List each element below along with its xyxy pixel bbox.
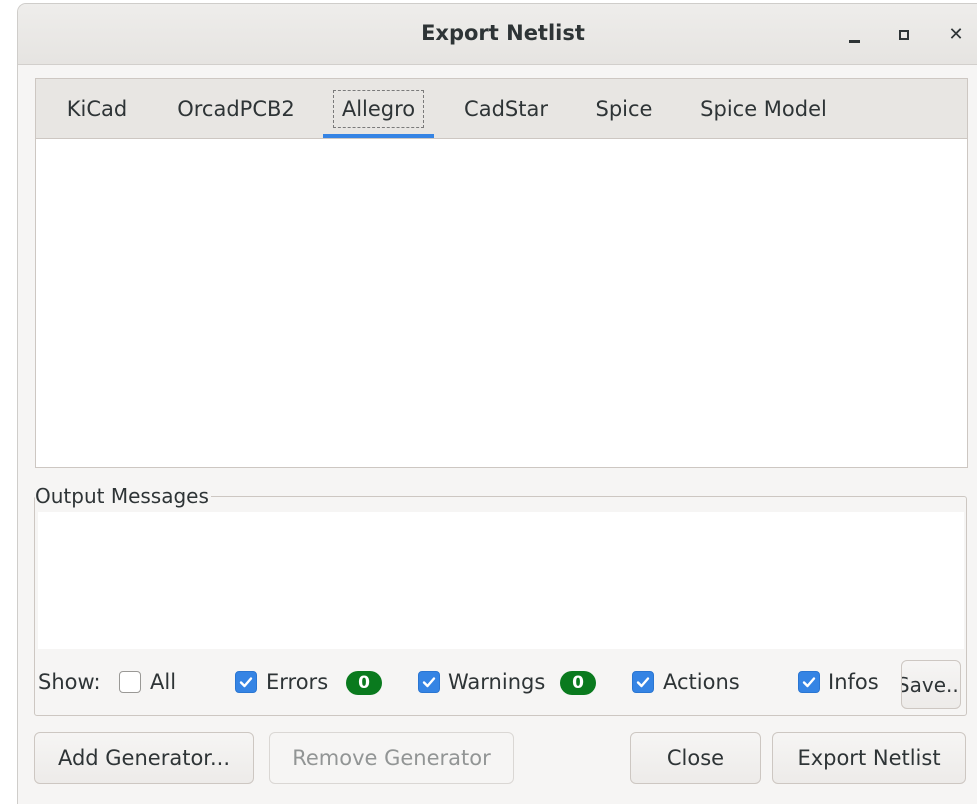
tab-kicad[interactable]: KiCad [56,79,138,138]
tab-allegro[interactable]: Allegro [326,79,431,138]
minimize-button[interactable] [840,21,868,49]
tab-label: Allegro [332,89,425,128]
active-tab-indicator [323,134,434,138]
maximize-icon [899,30,909,40]
output-messages-text-area[interactable] [38,512,964,649]
warnings-count-badge: 0 [560,671,596,695]
checkmark-icon [636,677,650,688]
message-filter-row: Show: All Errors 0 Warnings 0 Actions In… [38,656,966,710]
export-netlist-dialog: Export Netlist ✕ KiCad OrcadPCB2 Allegro… [17,3,977,804]
add-generator-button[interactable]: Add Generator... [34,732,254,784]
actions-label[interactable]: Actions [663,670,740,694]
show-label: Show: [38,670,101,694]
all-label[interactable]: All [150,670,176,694]
all-checkbox[interactable] [119,671,141,693]
remove-generator-button[interactable]: Remove Generator [269,732,514,784]
tab-label: Spice Model [700,96,827,121]
export-netlist-button[interactable]: Export Netlist [772,732,966,784]
checkmark-icon [802,677,816,688]
warnings-checkbox[interactable] [418,671,440,693]
close-icon: ✕ [948,24,964,45]
tab-label: CadStar [464,96,548,121]
save-messages-button[interactable]: Save... [901,660,961,709]
infos-checkbox[interactable] [798,671,820,693]
tab-label: OrcadPCB2 [177,96,295,121]
checkmark-icon [239,677,253,688]
maximize-button[interactable] [890,21,918,49]
output-messages-label: Output Messages [35,484,211,508]
minimize-icon [848,39,860,43]
close-window-button[interactable]: ✕ [942,21,970,49]
tab-orcadpcb2[interactable]: OrcadPCB2 [166,79,306,138]
tab-cadstar[interactable]: CadStar [456,79,556,138]
tab-label: KiCad [66,96,128,121]
close-button[interactable]: Close [630,732,761,784]
tab-spice[interactable]: Spice [584,79,664,138]
tab-label: Spice [595,96,653,121]
actions-checkbox[interactable] [632,671,654,693]
infos-label[interactable]: Infos [828,670,879,694]
checkmark-icon [422,677,436,688]
tab-bar: KiCad OrcadPCB2 Allegro CadStar Spice Sp… [36,79,967,139]
tab-page-allegro [36,139,967,467]
generator-notebook: KiCad OrcadPCB2 Allegro CadStar Spice Sp… [35,78,968,468]
tab-spice-model[interactable]: Spice Model [691,79,836,138]
title-bar[interactable]: Export Netlist ✕ [18,4,977,65]
window-title: Export Netlist [421,21,585,45]
errors-label[interactable]: Errors [266,670,328,694]
warnings-label[interactable]: Warnings [448,670,545,694]
errors-checkbox[interactable] [235,671,257,693]
errors-count-badge: 0 [346,671,382,695]
